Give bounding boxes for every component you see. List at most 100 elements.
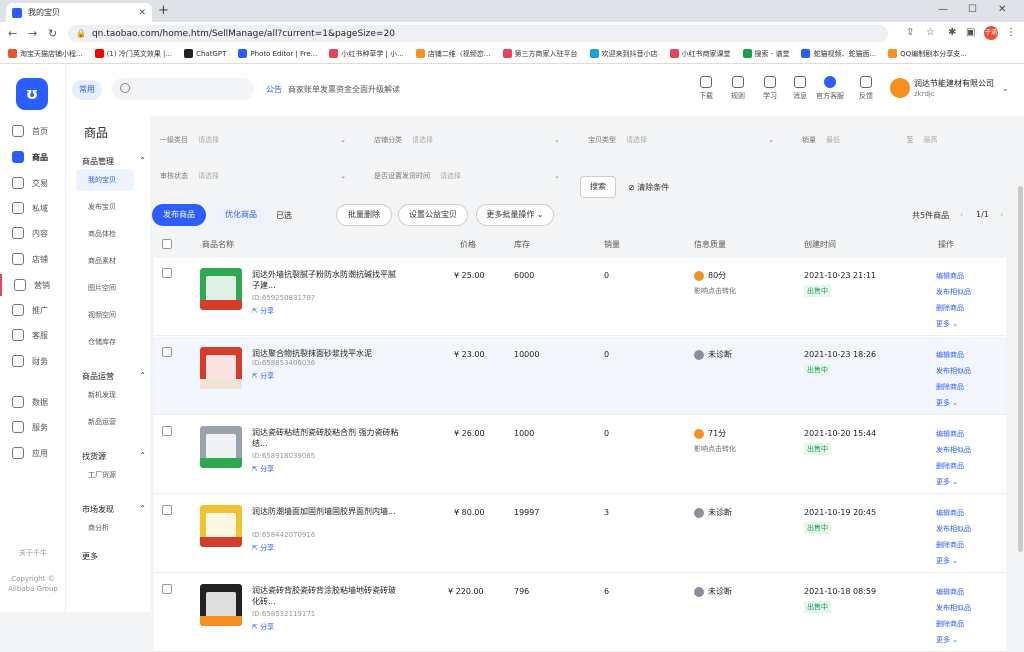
row-action[interactable]: 删除商品 [936,461,964,472]
product-thumbnail[interactable] [200,347,242,389]
subnav-item[interactable]: 我的宝贝 [76,169,134,191]
forward-icon[interactable]: → [28,27,37,40]
column-header[interactable]: 创建时间 [804,239,836,250]
bookmark-item[interactable]: 淘宝天猫店铺小程... [8,49,83,59]
column-header[interactable]: 销量 [604,239,620,250]
column-header[interactable]: 库存 [514,239,530,250]
nav-item-goods[interactable]: 商品 [0,146,66,168]
browser-tab[interactable]: 我的宝贝 ✕ [6,3,152,22]
side-panel-icon[interactable]: ▣ [966,27,975,38]
nav-item-apps[interactable]: 应用 [0,442,66,464]
subnav-section[interactable]: 商品运营 ⌃ [82,371,146,382]
new-tab-icon[interactable]: + [158,3,169,18]
browser-menu-icon[interactable]: ⋮ [1006,27,1016,38]
minimize-icon[interactable]: — [938,4,948,15]
row-action[interactable]: 发布相似品 [936,445,971,456]
filter-field[interactable]: 一级类目 请选择 ⌄ [152,128,354,152]
column-header[interactable]: 信息质量 [694,239,726,250]
bookmark-item[interactable]: 第三方商家入驻平台 [502,49,578,59]
about-link[interactable]: 关于千牛 [0,548,66,558]
clear-filters-link[interactable]: ⊘ 清除条件 [628,182,669,193]
product-title-link[interactable]: 润达瓷砖粘结剂瓷砖胶粘合剂 强力瓷砖粘结... [252,427,402,449]
product-thumbnail[interactable] [200,505,242,547]
subnav-item[interactable]: 新机发现 [76,384,134,406]
bookmark-item[interactable]: (1) 冷门英文效果 |... [94,49,172,59]
product-title-link[interactable]: 润达防潮墙面加固剂墙固胶界面剂内墙... [252,506,402,517]
row-action[interactable]: 更多 ⌄ [936,556,958,567]
extensions-icon[interactable]: ✱ [948,27,956,38]
product-thumbnail[interactable] [200,584,242,626]
qianniu-logo[interactable]: ʊ [16,78,48,110]
subnav-item[interactable]: 仓储库存 [76,331,134,353]
product-title-link[interactable]: 润达外墙抗裂腻子粉防水防潮抗碱找平腻子建... [252,269,402,291]
more-batch-actions-button[interactable]: 更多批量操作 ⌄ [476,204,554,226]
header-download[interactable]: 下载 [692,76,720,101]
share-link[interactable]: ⇱ 分享 [252,306,274,316]
row-action[interactable]: 编辑商品 [936,508,964,519]
subnav-item[interactable]: 视频空间 [76,304,134,326]
header-feedback[interactable]: 反馈 [852,76,880,101]
next-page-icon[interactable]: › [1000,210,1003,219]
share-link[interactable]: ⇱ 分享 [252,371,274,381]
filter-field[interactable]: 是否设置发货时间 请选择 ⌄ [366,164,568,188]
header-learn[interactable]: 学习 [756,76,784,101]
subnav-item[interactable]: 新品运营 [76,411,134,433]
share-page-icon[interactable]: ⇪ [906,27,914,38]
reload-icon[interactable]: ↻ [48,27,57,40]
share-link[interactable]: ⇱ 分享 [252,622,274,632]
subnav-item[interactable]: 商分析 [76,517,134,539]
filter-field[interactable]: 店铺分类 请选择 ⌄ [366,128,568,152]
row-action[interactable]: 删除商品 [936,540,964,551]
subnav-more[interactable]: 更多 [82,551,146,562]
nav-item-customer-service[interactable]: 客服 [0,324,66,346]
set-welfare-button[interactable]: 设置公益宝贝 [398,204,468,226]
subnav-section[interactable]: 找货源 ⌃ [82,451,146,462]
bookmark-star-icon[interactable]: ☆ [926,27,935,38]
window-close-icon[interactable]: ✕ [998,4,1006,15]
row-checkbox[interactable] [162,584,172,594]
nav-item-trade[interactable]: 交易 [0,172,66,194]
header-official-service[interactable]: 官方客服 [816,76,844,101]
row-action[interactable]: 更多 ⌄ [936,477,958,488]
row-checkbox[interactable] [162,347,172,357]
back-icon[interactable]: ← [8,27,17,40]
row-action[interactable]: 更多 ⌄ [936,319,958,330]
row-action[interactable]: 编辑商品 [936,350,964,361]
filter-field[interactable]: 审核状态 请选择 ⌄ [152,164,354,188]
product-title-link[interactable]: 润达瓷砖背胶瓷砖背涂胶粘墙地砖瓷砖玻化砖... [252,585,402,607]
publish-goods-button[interactable]: 发布商品 [152,204,206,226]
global-search-input[interactable] [112,78,254,100]
batch-delete-button[interactable]: 批量删除 [336,204,392,226]
filter-field[interactable]: 销量 最低 至 最高 [794,128,994,152]
subnav-item[interactable]: 发布宝贝 [76,196,134,218]
row-action[interactable]: 发布相似品 [936,603,971,614]
page-scrollbar[interactable] [1018,186,1023,552]
select-all-checkbox[interactable] [162,239,172,249]
product-thumbnail[interactable] [200,426,242,468]
filter-field[interactable]: 宝贝类型 请选择 ⌄ [580,128,782,152]
bookmark-item[interactable]: 店铺二维（视频恋... [415,49,491,59]
product-title-link[interactable]: 润达聚合物抗裂抹面砂浆找平水泥 [252,348,402,359]
subnav-section[interactable]: 商品管理 ⌃ [82,156,146,167]
subnav-item[interactable]: 商品体检 [76,223,134,245]
nav-item-finance[interactable]: 财务 [0,350,66,372]
nav-item-shop[interactable]: 店铺 [0,248,66,270]
product-thumbnail[interactable] [200,268,242,310]
subnav-item[interactable]: 工厂货源 [76,464,134,486]
bookmark-item[interactable]: 搜索 - 谱堂 [742,49,789,59]
profile-avatar[interactable]: 子涵 [984,26,998,40]
subnav-item[interactable]: 商品素材 [76,250,134,272]
column-header[interactable]: 价格 [460,239,476,250]
row-checkbox[interactable] [162,268,172,278]
url-field[interactable]: 🔒 qn.taobao.com/home.htm/SellManage/all?… [68,25,888,42]
tab-close-icon[interactable]: ✕ [138,8,146,18]
announcement[interactable]: 公告 商家账单发票资金全面升级解读 [266,84,400,95]
row-action[interactable]: 删除商品 [936,303,964,314]
share-link[interactable]: ⇱ 分享 [252,543,274,553]
nav-item-data[interactable]: 数据 [0,391,66,413]
row-action[interactable]: 更多 ⌄ [936,398,958,409]
row-action[interactable]: 删除商品 [936,382,964,393]
nav-item-content[interactable]: 内容 [0,222,66,244]
common-chip[interactable]: 常用 [72,80,102,100]
row-action[interactable]: 编辑商品 [936,587,964,598]
